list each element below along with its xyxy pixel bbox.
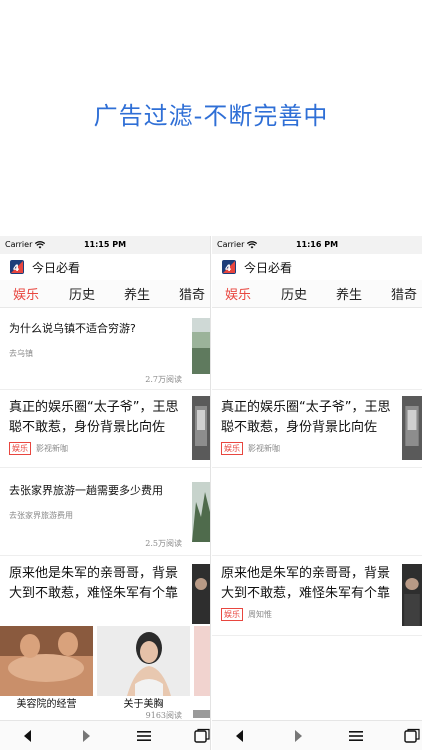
item-title: 为什么说乌镇不适合穷游? [9, 322, 136, 335]
tab-health[interactable]: 养生 [124, 284, 150, 303]
list-item[interactable]: 真正的娱乐圈“太子爷”，王思聪不敢惹，身份背景比向佐 娱乐 影视新咖 [0, 390, 210, 468]
menu-icon[interactable] [348, 728, 364, 744]
ad-image-massage [0, 626, 93, 696]
category-badge: 娱乐 [221, 442, 243, 455]
app-logo-icon: 4 [222, 260, 236, 274]
item-title: 真正的娱乐圈“太子爷”，王思聪不敢惹，身份背景比向佐 [221, 400, 391, 435]
read-count: 2.5万阅读 [145, 539, 182, 548]
tab-curious[interactable]: 猎奇 [179, 284, 205, 303]
thumbnail-image [192, 482, 210, 542]
tab-entertainment[interactable]: 娱乐 [13, 284, 39, 303]
ad-card[interactable]: 美容院的经营 [0, 626, 93, 710]
forward-icon[interactable] [290, 728, 306, 744]
app-title: 今日必看 [244, 260, 293, 275]
news-feed: 真正的娱乐圈“太子爷”，王思聪不敢惹，身份背景比向佐 娱乐 影视新咖 原来他是朱… [212, 308, 422, 636]
category-badge: 娱乐 [221, 608, 243, 621]
list-item[interactable]: 原来他是朱军的亲哥哥，背景大到不敢惹，难怪朱军有个靠 娱乐 周知惟 [212, 556, 422, 636]
item-title: 真正的娱乐圈“太子爷”，王思聪不敢惹，身份背景比向佐 [9, 400, 179, 435]
item-title: 原来他是朱军的亲哥哥，背景大到不敢惹，难怪朱军有个靠 [9, 566, 179, 601]
source-label: 周知惟 [248, 610, 272, 619]
ad-card[interactable]: 关于美胸 [97, 626, 190, 710]
browser-toolbar [0, 720, 210, 750]
tab-history[interactable]: 历史 [281, 284, 307, 303]
source-label: 去张家界旅游费用 [9, 511, 73, 520]
news-feed: 为什么说乌镇不适合穷游? 去乌镇 2.7万阅读 真正的娱乐圈“太子爷”，王思聪不… [0, 308, 210, 636]
thumbnail-image [193, 710, 210, 718]
thumbnail-image [192, 564, 210, 624]
ad-caption: 美容院的经营 [16, 699, 77, 710]
svg-text:4: 4 [225, 264, 231, 274]
tab-health[interactable]: 养生 [336, 284, 362, 303]
category-tabs: 娱乐 历史 养生 猎奇 [0, 280, 210, 308]
tab-history[interactable]: 历史 [69, 284, 95, 303]
screenshots: Carrier 11:15 PM 4 今日必看 娱乐 历史 养生 猎奇 为什么说… [0, 236, 422, 750]
svg-text:4: 4 [13, 264, 19, 274]
ad-overlay[interactable]: 美容院的经营 关于美胸 [0, 626, 210, 710]
status-time: 11:15 PM [83, 240, 127, 249]
phone-screenshot-after: Carrier 11:16 PM 4 今日必看 娱乐 历史 养生 猎奇 真正的娱… [212, 236, 422, 750]
back-icon[interactable] [20, 728, 36, 744]
menu-icon[interactable] [136, 728, 152, 744]
item-source: 去张家界旅游费用 [9, 510, 73, 521]
list-item[interactable]: 原来他是朱军的亲哥哥，背景大到不敢惹，难怪朱军有个靠 [0, 556, 210, 636]
ad-placeholder-blank [212, 468, 422, 556]
status-bar: Carrier 11:16 PM [212, 236, 422, 254]
item-title: 原来他是朱军的亲哥哥，背景大到不敢惹，难怪朱军有个靠 [221, 566, 391, 601]
tabs-icon[interactable] [404, 728, 420, 744]
thumbnail-image [402, 396, 422, 460]
app-title: 今日必看 [32, 260, 81, 275]
list-item[interactable]: 去张家界旅游一趟需要多少费用 去张家界旅游费用 2.5万阅读 [0, 468, 210, 556]
category-tabs: 娱乐 历史 养生 猎奇 [212, 280, 422, 308]
category-badge: 娱乐 [9, 442, 31, 455]
item-source: 娱乐 周知惟 [221, 608, 272, 621]
list-item[interactable]: 为什么说乌镇不适合穷游? 去乌镇 2.7万阅读 [0, 308, 210, 390]
thumbnail-image [402, 564, 422, 626]
back-icon[interactable] [232, 728, 248, 744]
ad-image-model [97, 626, 190, 696]
item-title: 去张家界旅游一趟需要多少费用 [9, 484, 163, 497]
headline: 广告过滤-不断完善中 [93, 102, 329, 130]
item-source: 娱乐 影视新咖 [9, 442, 68, 455]
list-item[interactable]: 真正的娱乐圈“太子爷”，王思聪不敢惹，身份背景比向佐 娱乐 影视新咖 [212, 390, 422, 468]
item-source: 去乌镇 [9, 348, 33, 359]
app-header: 4 今日必看 [212, 254, 422, 280]
app-logo-icon: 4 [10, 260, 24, 274]
tabs-icon[interactable] [194, 728, 210, 744]
source-label: 影视新咖 [36, 444, 68, 453]
tab-curious[interactable]: 猎奇 [391, 284, 417, 303]
thumbnail-image [192, 318, 210, 374]
ad-image-partial [194, 626, 210, 696]
tab-entertainment[interactable]: 娱乐 [225, 284, 251, 303]
source-label: 去乌镇 [9, 349, 33, 358]
item-source: 娱乐 影视新咖 [221, 442, 280, 455]
source-label: 影视新咖 [248, 444, 280, 453]
app-header: 4 今日必看 [0, 254, 210, 280]
ad-placeholder-blank [212, 308, 422, 390]
phone-screenshot-before: Carrier 11:15 PM 4 今日必看 娱乐 历史 养生 猎奇 为什么说… [0, 236, 211, 750]
status-time: 11:16 PM [295, 240, 339, 249]
read-count: 2.7万阅读 [145, 375, 182, 384]
status-bar: Carrier 11:15 PM [0, 236, 210, 254]
forward-icon[interactable] [78, 728, 94, 744]
thumbnail-image [192, 396, 210, 460]
ad-caption: 关于美胸 [123, 699, 164, 710]
browser-toolbar [212, 720, 422, 750]
